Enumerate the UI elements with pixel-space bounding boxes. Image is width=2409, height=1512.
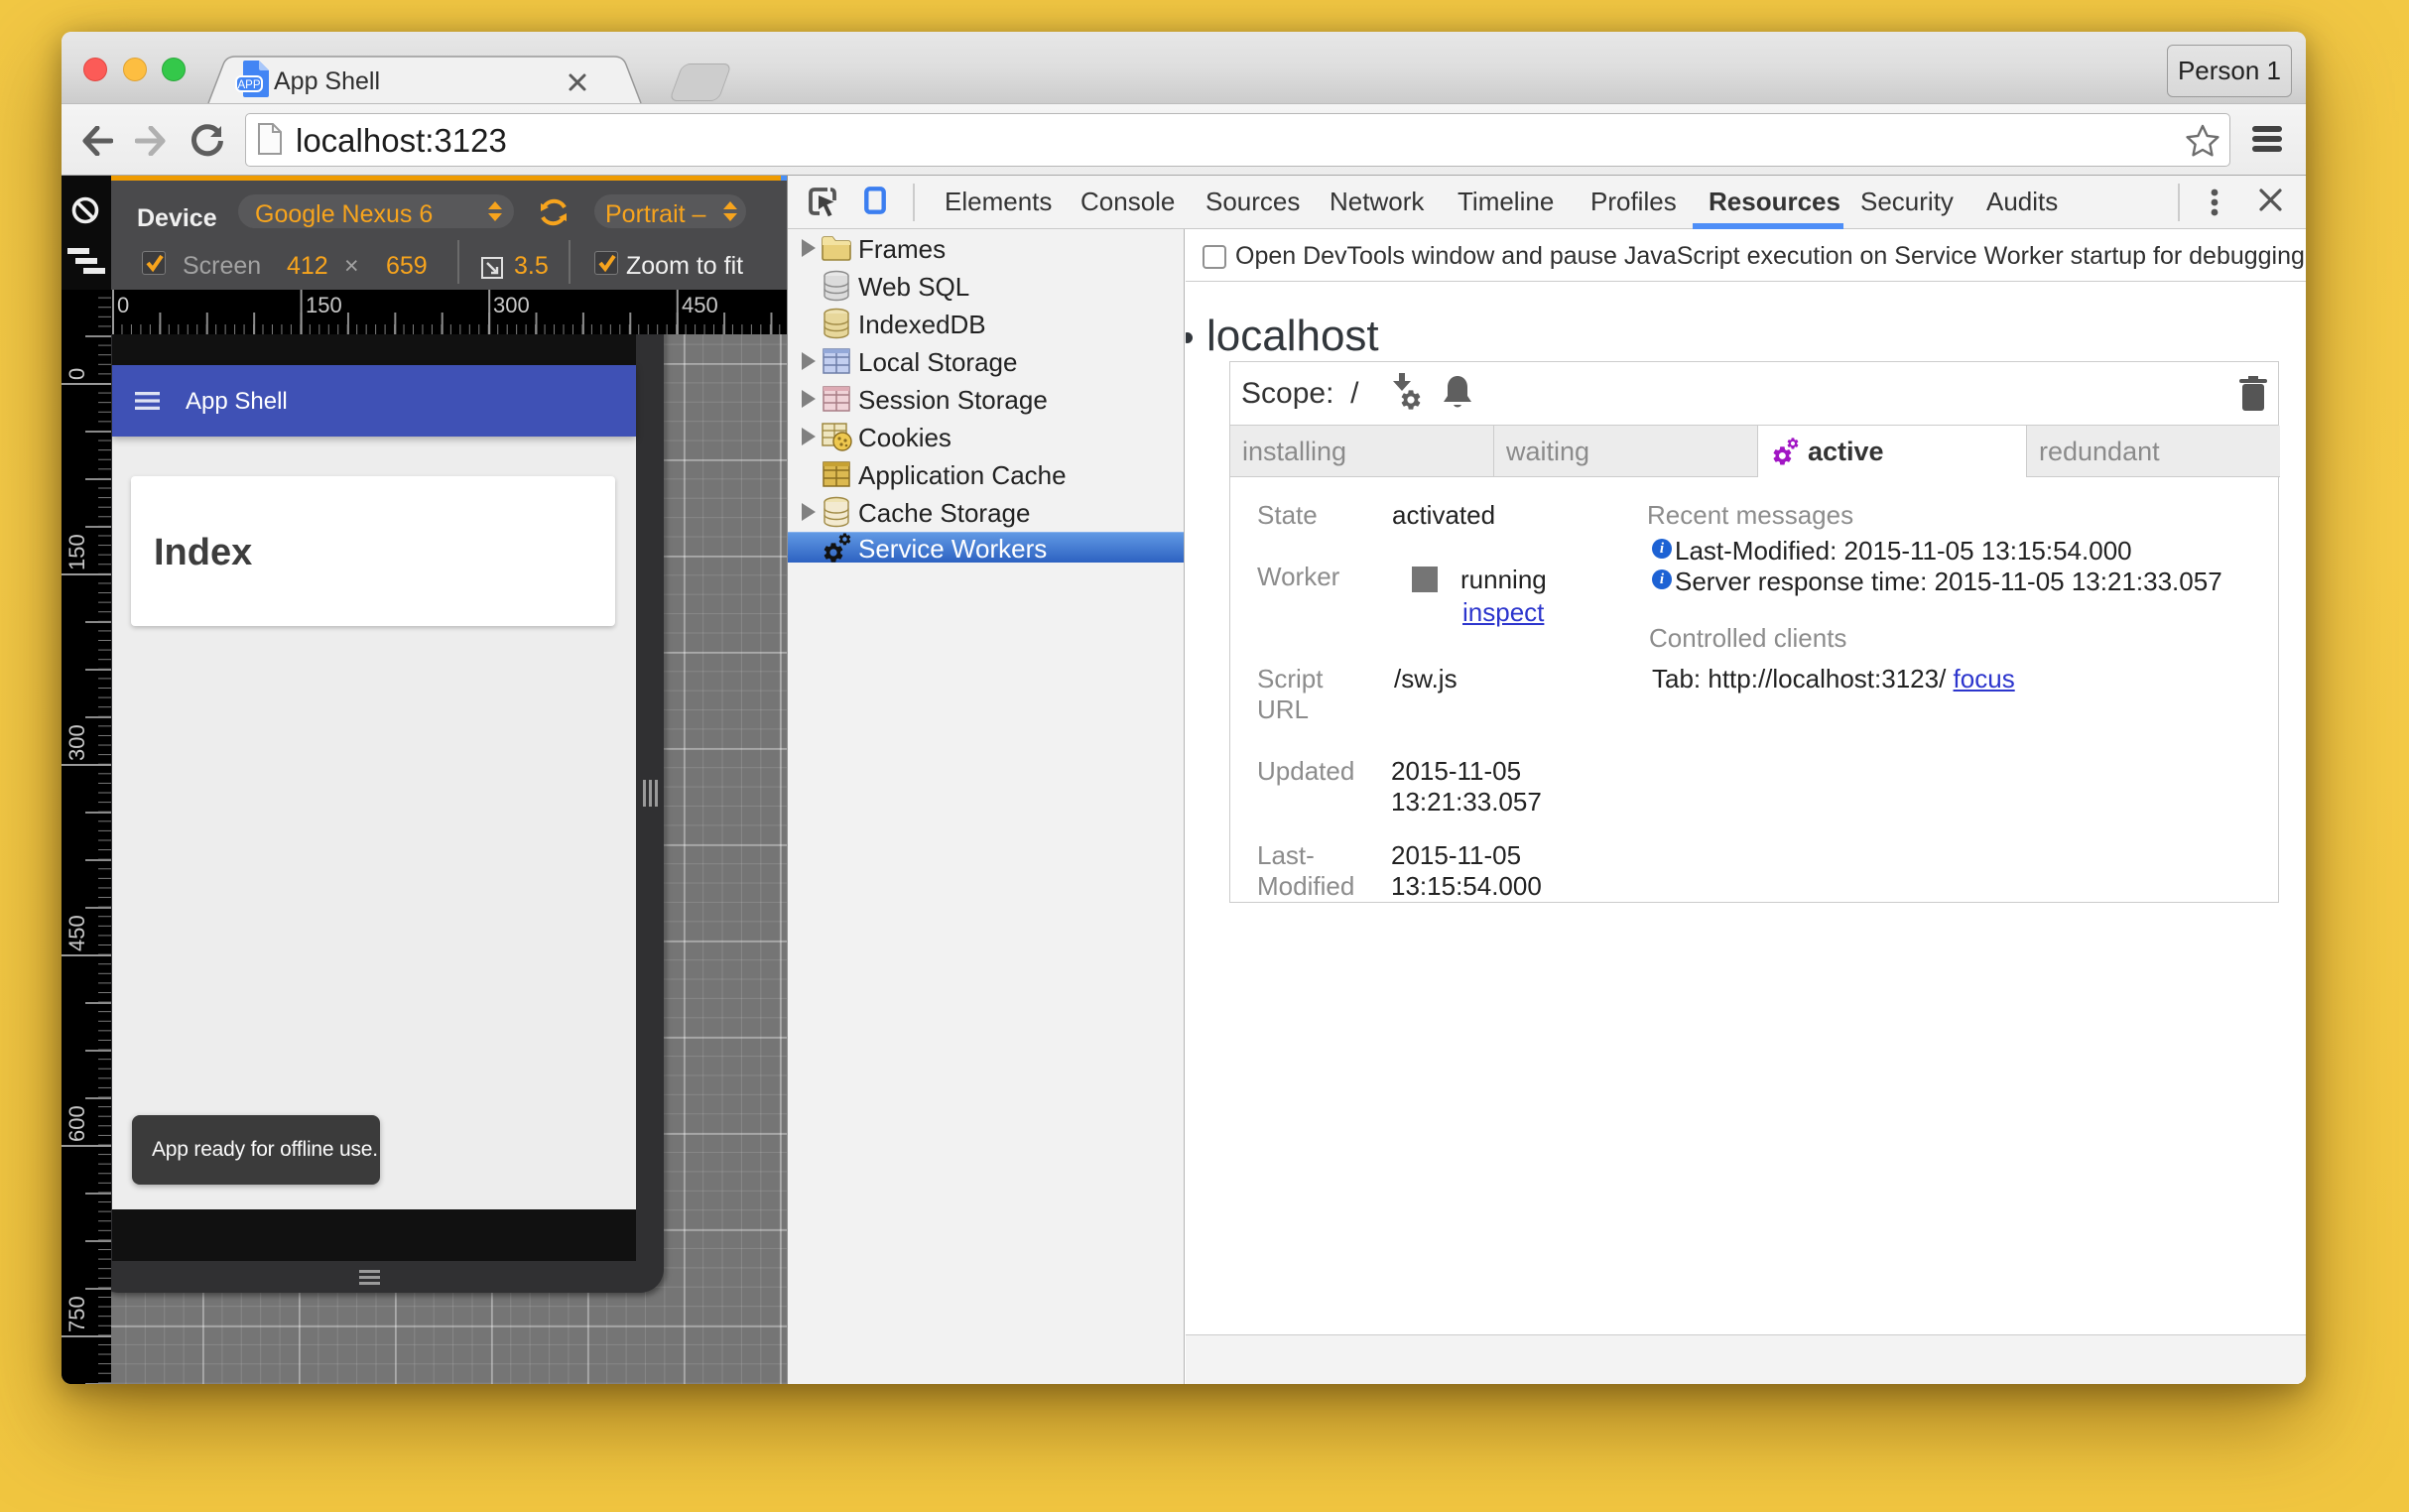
svg-text:APP: APP <box>237 79 260 91</box>
